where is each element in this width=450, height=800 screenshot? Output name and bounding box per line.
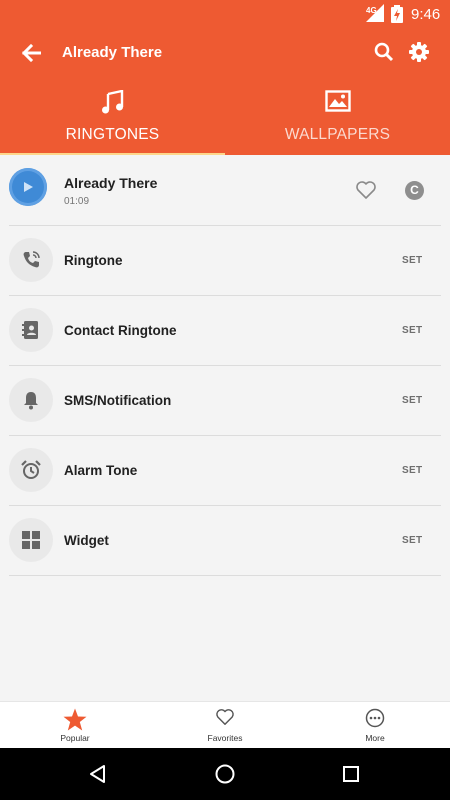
nav-favorites[interactable]: Favorites [150, 702, 300, 749]
favorite-heart-icon[interactable] [355, 180, 377, 200]
system-navigation-bar [0, 748, 450, 800]
option-sms-notification-label: SMS/Notification [64, 393, 172, 408]
settings-button[interactable] [405, 38, 433, 66]
option-ringtone[interactable]: Ringtone SET [0, 225, 450, 295]
back-triangle-icon [90, 765, 105, 783]
svg-text:4G: 4G [366, 6, 377, 15]
option-contact-ringtone-label: Contact Ringtone [64, 323, 177, 338]
cell-signal-icon: 4G [366, 4, 384, 22]
widget-grid-icon [22, 531, 40, 549]
bell-icon [24, 392, 38, 410]
copyright-icon[interactable]: C [405, 181, 424, 200]
ringtone-detail: Already There 01:09 C Ringtone SET Conta… [0, 155, 450, 701]
home-circle-icon [215, 764, 235, 784]
option-sms-notification[interactable]: SMS/Notification SET [0, 365, 450, 435]
arrow-back-icon [21, 44, 41, 62]
image-icon [324, 90, 351, 112]
set-ringtone-button[interactable]: SET [402, 255, 422, 266]
alarm-clock-icon [21, 460, 41, 479]
tab-ringtones[interactable]: RINGTONES [0, 86, 225, 155]
play-button[interactable] [9, 168, 47, 206]
clock: 9:46 [411, 6, 441, 23]
divider [9, 575, 441, 576]
nav-popular-label: Popular [60, 733, 90, 743]
ringtone-title: Already There [64, 175, 158, 191]
option-contact-ringtone[interactable]: Contact Ringtone SET [0, 295, 450, 365]
tab-wallpapers-label: WALLPAPERS [284, 126, 391, 143]
app-bar: Already There RINGTONES WALLPAPERS [0, 28, 450, 155]
back-button[interactable] [16, 38, 46, 68]
heart-outline-icon [216, 709, 234, 725]
now-playing-row: Already There 01:09 C [0, 155, 450, 225]
bottom-navigation: Popular Favorites More [0, 701, 450, 748]
contact-icon [22, 321, 38, 339]
set-sms-notification-button[interactable]: SET [402, 395, 422, 406]
system-home-button[interactable] [213, 762, 237, 786]
option-widget[interactable]: Widget SET [0, 505, 450, 575]
recents-square-icon [343, 766, 359, 782]
set-alarm-tone-button[interactable]: SET [402, 465, 422, 476]
play-icon [24, 182, 33, 192]
search-icon [374, 42, 394, 62]
nav-more[interactable]: More [300, 702, 450, 749]
option-widget-label: Widget [64, 533, 109, 548]
option-alarm-tone[interactable]: Alarm Tone SET [0, 435, 450, 505]
nav-favorites-label: Favorites [207, 733, 243, 743]
search-button[interactable] [370, 38, 398, 66]
system-back-button[interactable] [86, 762, 110, 786]
nav-more-label: More [365, 733, 385, 743]
tab-wallpapers[interactable]: WALLPAPERS [225, 86, 450, 155]
gear-icon [409, 42, 429, 62]
nav-popular[interactable]: Popular [0, 702, 150, 749]
ringtone-duration: 01:09 [64, 196, 90, 207]
star-icon [63, 708, 87, 731]
set-contact-ringtone-button[interactable]: SET [402, 325, 422, 336]
set-widget-button[interactable]: SET [402, 535, 422, 546]
phone-ringing-icon [23, 251, 40, 268]
option-ringtone-label: Ringtone [64, 253, 123, 268]
music-note-icon [101, 90, 123, 114]
option-alarm-tone-label: Alarm Tone [64, 463, 138, 478]
status-bar: 4G 9:46 [0, 0, 450, 28]
battery-charging-icon [391, 5, 403, 23]
tab-ringtones-label: RINGTONES [65, 126, 160, 143]
more-dots-icon [365, 708, 385, 728]
system-recents-button[interactable] [339, 762, 363, 786]
page-title: Already There [62, 44, 163, 61]
